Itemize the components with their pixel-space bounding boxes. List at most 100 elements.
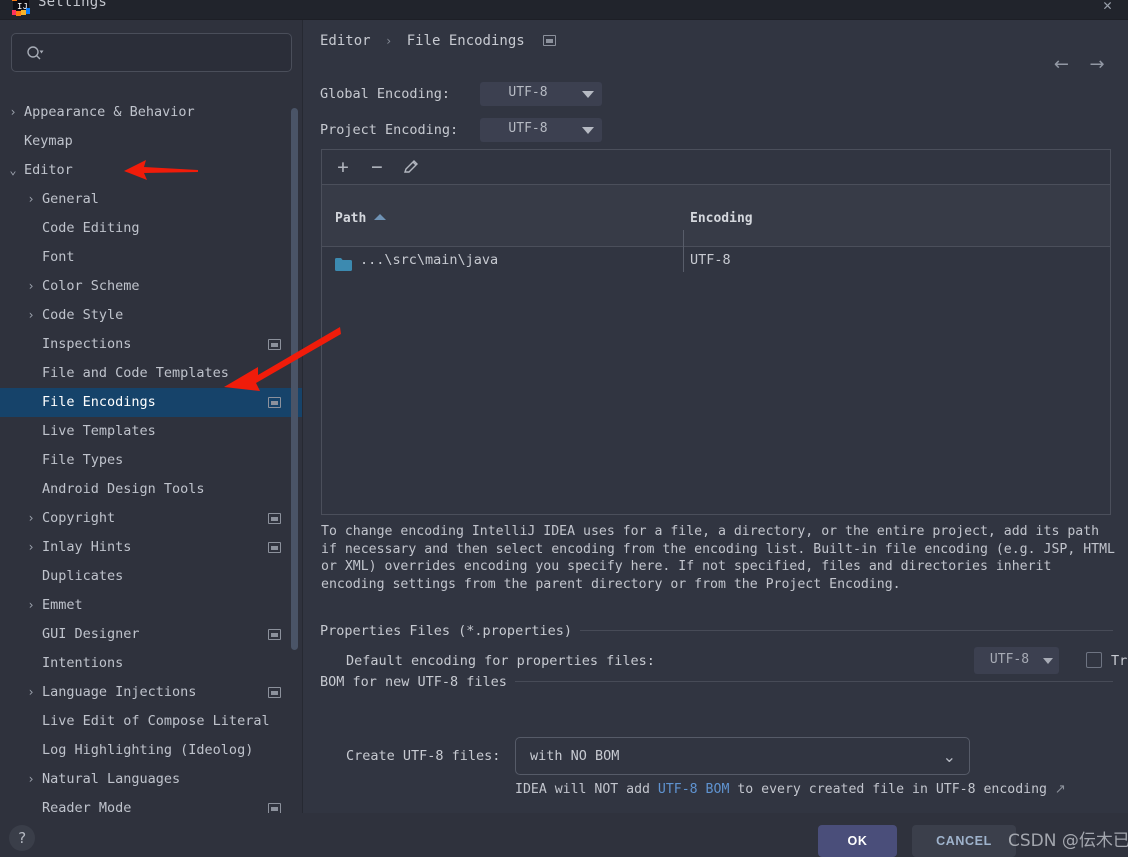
help-button[interactable]: ? — [9, 825, 35, 851]
project-scope-badge-icon — [268, 803, 281, 813]
sort-ascending-icon — [374, 214, 387, 220]
chevron-right-icon[interactable]: › — [24, 185, 38, 214]
breadcrumb-current: File Encodings — [406, 33, 525, 49]
bom-hint: IDEA will NOT add UTF-8 BOM to every cre… — [515, 782, 1066, 797]
transparent-native-to-ascii-checkbox[interactable] — [1086, 652, 1102, 668]
sidebar-item-label: Appearance & Behavior — [24, 104, 195, 120]
sidebar-item-editor[interactable]: ⌄ Editor — [0, 156, 303, 185]
chevron-right-icon[interactable]: › — [24, 272, 38, 301]
sidebar-item-color-scheme[interactable]: › Color Scheme — [0, 272, 303, 301]
sidebar-scrollbar[interactable] — [291, 108, 298, 650]
sidebar-item-keymap[interactable]: Keymap — [0, 127, 303, 156]
sidebar-item-label: Natural Languages — [42, 771, 181, 787]
sidebar-item-file-types[interactable]: File Types — [0, 446, 303, 475]
bom-hint-link[interactable]: UTF-8 BOM — [658, 782, 729, 797]
column-header-path[interactable]: Path — [335, 211, 387, 226]
cell-path: ...\src\main\java — [360, 252, 499, 268]
table-toolbar: + − — [322, 150, 1110, 185]
chevron-down-icon — [1043, 658, 1053, 664]
encodings-table: + − Path Encoding ...\src\main\java UTF-… — [321, 149, 1111, 515]
edit-pencil-icon[interactable] — [399, 156, 423, 179]
sidebar-item-android-design-tools[interactable]: Android Design Tools — [0, 475, 303, 504]
sidebar-item-label: File Types — [42, 452, 124, 468]
sidebar-item-code-editing[interactable]: Code Editing — [0, 214, 303, 243]
project-scope-badge-icon — [268, 542, 281, 553]
default-properties-encoding-value: UTF-8 — [989, 652, 1030, 667]
sidebar-item-label: Emmet — [42, 597, 83, 613]
sidebar-item-label: Live Templates — [42, 423, 156, 439]
intellij-idea-icon: IJ — [12, 0, 30, 16]
chevron-right-icon[interactable]: › — [6, 98, 20, 127]
sidebar-item-label: Editor — [24, 162, 73, 178]
forward-arrow-icon[interactable]: → — [1084, 54, 1110, 76]
external-link-icon[interactable]: ↗ — [1055, 782, 1066, 797]
window-title: Settings — [38, 0, 108, 10]
column-header-encoding[interactable]: Encoding — [690, 211, 753, 226]
global-encoding-dropdown[interactable]: UTF-8 — [480, 82, 602, 106]
add-button[interactable]: + — [331, 156, 355, 179]
sidebar-item-font[interactable]: Font — [0, 243, 303, 272]
chevron-down-icon — [582, 91, 594, 98]
sidebar-item-log-highlighting-ideolog[interactable]: Log Highlighting (Ideolog) — [0, 736, 303, 765]
sidebar-item-duplicates[interactable]: Duplicates — [0, 562, 303, 591]
sidebar-item-general[interactable]: › General — [0, 185, 303, 214]
chevron-down-icon: ⌄ — [942, 747, 956, 766]
table-row[interactable]: ...\src\main\java UTF-8 — [322, 247, 1110, 277]
search-box[interactable] — [11, 33, 292, 72]
sidebar-item-label: Inspections — [42, 336, 132, 352]
sidebar-item-label: Copyright — [42, 510, 116, 526]
sidebar-item-label: General — [42, 191, 99, 207]
chevron-right-icon[interactable]: › — [24, 533, 38, 562]
default-properties-encoding-label: Default encoding for properties files: — [346, 653, 655, 669]
settings-sidebar: › Appearance & Behavior Keymap ⌄ Editor › Gene… — [0, 20, 303, 813]
search-input[interactable] — [54, 34, 284, 71]
transparent-native-to-ascii-label: Transparent native-to-ascii conversion — [1111, 653, 1128, 669]
breadcrumb-separator: › — [385, 34, 393, 48]
sidebar-item-copyright[interactable]: › Copyright — [0, 504, 303, 533]
sidebar-item-emmet[interactable]: › Emmet — [0, 591, 303, 620]
bom-section-title: BOM for new UTF-8 files — [320, 674, 515, 690]
encodings-description: To change encoding IntelliJ IDEA uses fo… — [321, 524, 1115, 592]
sidebar-item-language-injections[interactable]: › Language Injections — [0, 678, 303, 707]
sidebar-item-file-and-code-templates[interactable]: File and Code Templates — [0, 359, 303, 388]
chevron-down-icon[interactable]: ⌄ — [6, 156, 20, 185]
sidebar-item-appearance-behavior[interactable]: › Appearance & Behavior — [0, 98, 303, 127]
back-arrow-icon[interactable]: ← — [1048, 54, 1074, 76]
chevron-right-icon[interactable]: › — [24, 678, 38, 707]
sidebar-item-live-edit-of-compose-literal[interactable]: Live Edit of Compose Literal — [0, 707, 303, 736]
chevron-right-icon[interactable]: › — [24, 504, 38, 533]
project-encoding-dropdown[interactable]: UTF-8 — [480, 118, 602, 142]
sidebar-item-reader-mode[interactable]: Reader Mode — [0, 794, 303, 813]
sidebar-item-live-templates[interactable]: Live Templates — [0, 417, 303, 446]
cell-encoding[interactable]: UTF-8 — [690, 252, 731, 268]
default-properties-encoding-dropdown[interactable]: UTF-8 — [974, 647, 1059, 674]
project-scope-badge-icon — [543, 35, 557, 46]
sidebar-item-code-style[interactable]: › Code Style — [0, 301, 303, 330]
create-utf8-files-select[interactable]: with NO BOM ⌄ — [515, 737, 970, 775]
cancel-button[interactable]: CANCEL — [912, 825, 1016, 857]
chevron-right-icon[interactable]: › — [24, 301, 38, 330]
sidebar-item-label: Language Injections — [42, 684, 197, 700]
sidebar-item-label: File Encodings — [42, 394, 156, 410]
global-encoding-label: Global Encoding: — [320, 86, 451, 102]
ok-button[interactable]: OK — [818, 825, 897, 857]
project-scope-badge-icon — [268, 687, 281, 698]
close-icon[interactable]: ✕ — [1103, 0, 1112, 13]
chevron-right-icon[interactable]: › — [24, 591, 38, 620]
sidebar-item-intentions[interactable]: Intentions — [0, 649, 303, 678]
chevron-right-icon[interactable]: › — [24, 765, 38, 794]
content-pane: Editor › File Encodings ← → Global Encod… — [303, 20, 1128, 813]
csdn-watermark: CSDN @伝木已 — [1008, 831, 1128, 851]
sidebar-item-inspections[interactable]: Inspections — [0, 330, 303, 359]
sidebar-item-file-encodings[interactable]: File Encodings — [0, 388, 303, 417]
sidebar-item-label: Intentions — [42, 655, 124, 671]
project-scope-badge-icon — [268, 629, 281, 640]
sidebar-item-inlay-hints[interactable]: › Inlay Hints — [0, 533, 303, 562]
sidebar-item-natural-languages[interactable]: › Natural Languages — [0, 765, 303, 794]
sidebar-item-label: Inlay Hints — [42, 539, 132, 555]
folder-icon — [335, 256, 352, 271]
sidebar-item-gui-designer[interactable]: GUI Designer — [0, 620, 303, 649]
breadcrumb-parent[interactable]: Editor — [320, 33, 371, 49]
create-utf8-files-value: with NO BOM — [530, 748, 620, 764]
remove-button[interactable]: − — [365, 156, 389, 179]
